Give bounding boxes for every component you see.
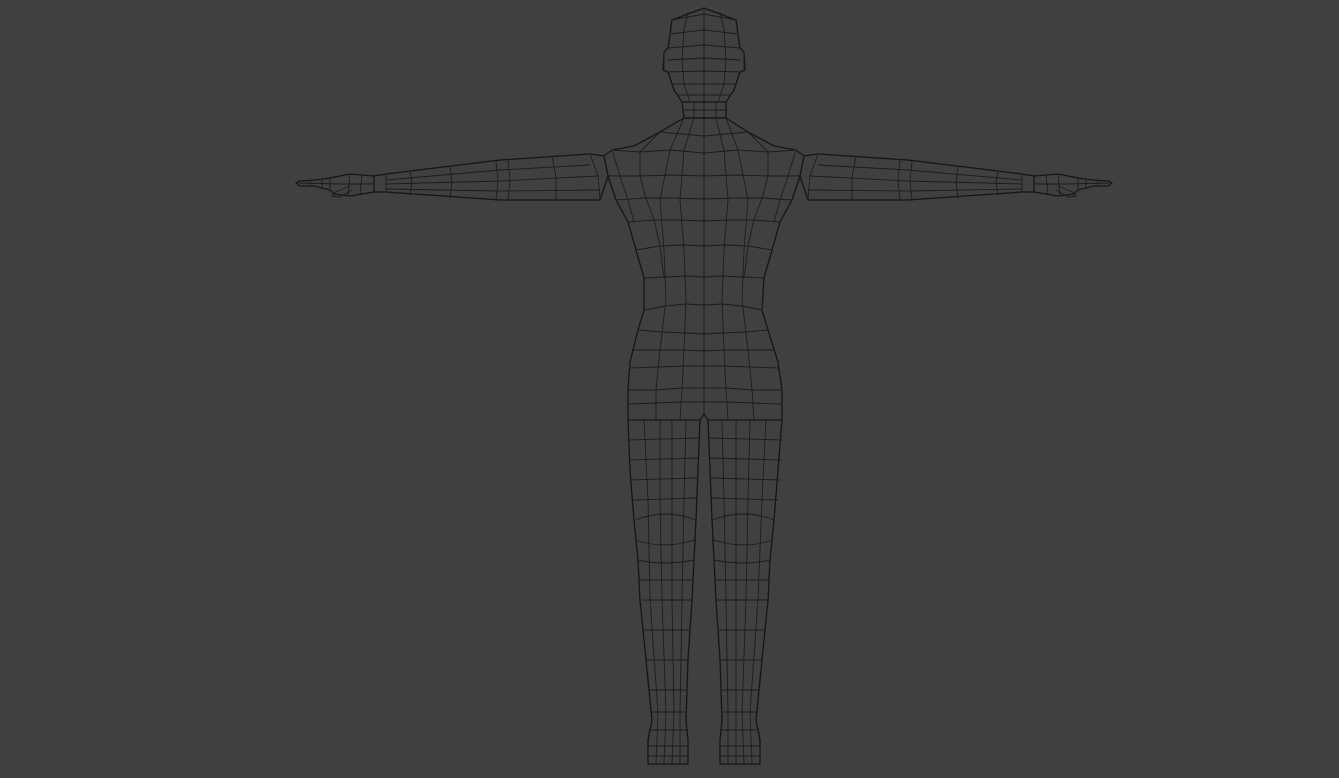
wireframe-mesh[interactable] — [0, 0, 1339, 778]
mesh-torso — [603, 117, 805, 421]
mesh-arm-left — [295, 153, 609, 201]
mesh-neck — [681, 101, 728, 119]
3d-viewport[interactable] — [0, 0, 1339, 778]
mesh-head — [662, 7, 746, 103]
mesh-arm-right — [799, 153, 1113, 201]
mesh-leg-right — [707, 419, 783, 765]
mesh-leg-left — [627, 419, 701, 765]
